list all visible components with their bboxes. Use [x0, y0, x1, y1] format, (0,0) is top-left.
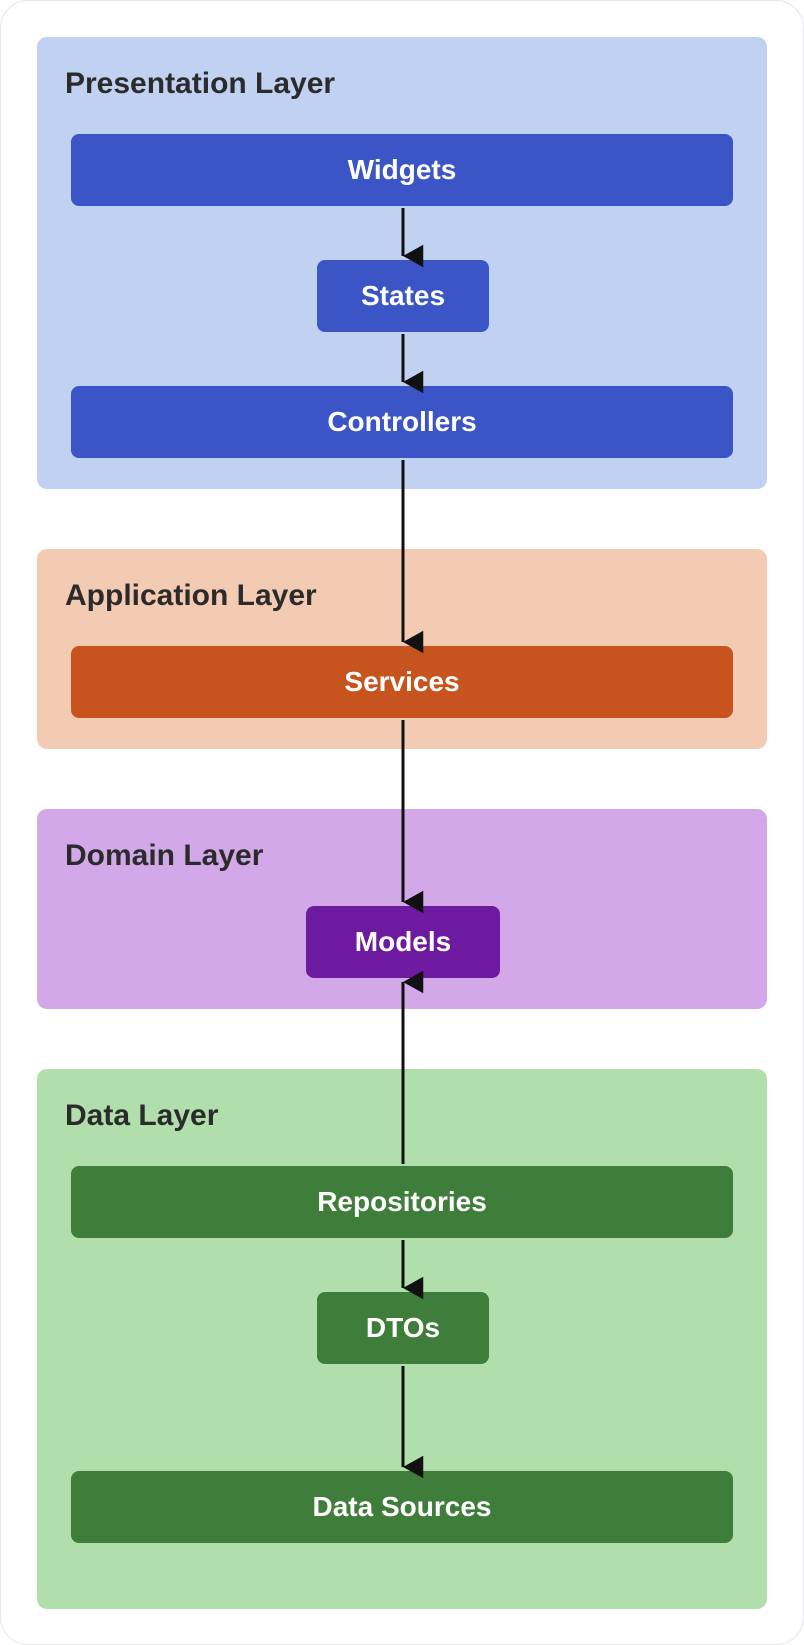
- repositories-node: Repositories: [71, 1166, 733, 1238]
- architecture-diagram: Presentation Layer Widgets States Contro…: [0, 0, 804, 1645]
- data-layer-title: Data Layer: [65, 1099, 218, 1133]
- data-sources-node: Data Sources: [71, 1471, 733, 1543]
- models-node: Models: [306, 906, 500, 978]
- services-node: Services: [71, 646, 733, 718]
- presentation-layer-title: Presentation Layer: [65, 67, 335, 101]
- widgets-node: Widgets: [71, 134, 733, 206]
- domain-layer-title: Domain Layer: [65, 839, 263, 873]
- application-layer-title: Application Layer: [65, 579, 317, 613]
- states-node: States: [317, 260, 489, 332]
- controllers-node: Controllers: [71, 386, 733, 458]
- dtos-node: DTOs: [317, 1292, 489, 1364]
